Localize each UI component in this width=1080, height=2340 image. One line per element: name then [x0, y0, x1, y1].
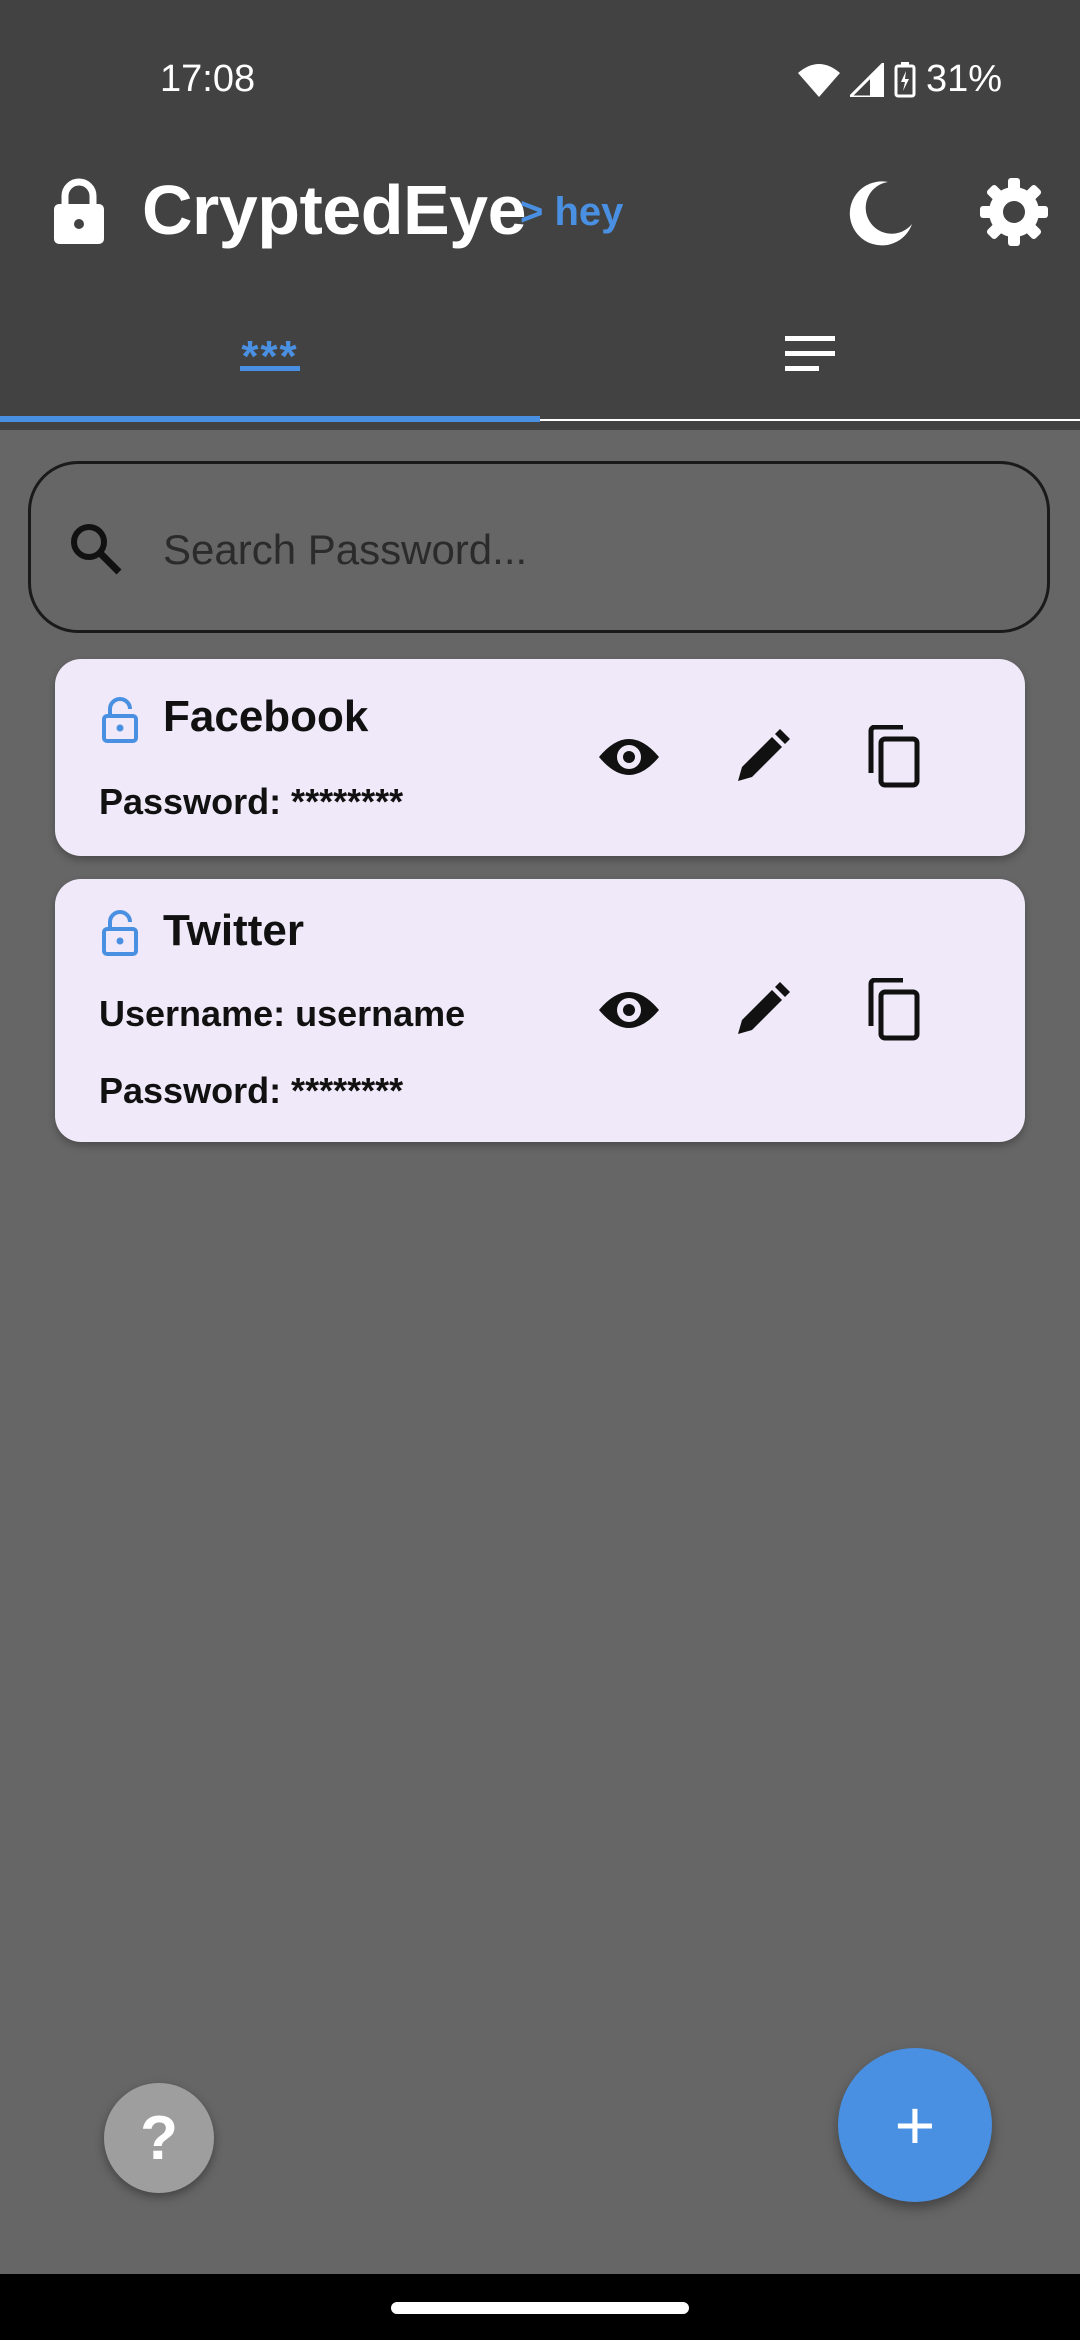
copy-icon[interactable] — [853, 717, 933, 797]
show-password-eye-icon[interactable] — [589, 717, 669, 797]
settings-gear-icon[interactable] — [978, 176, 1050, 253]
search-input[interactable] — [161, 504, 985, 596]
password-card-twitter[interactable]: Twitter Username: username Password: ***… — [55, 879, 1025, 1142]
add-password-button[interactable]: + — [838, 2048, 992, 2202]
help-button[interactable]: ? — [104, 2083, 214, 2193]
card-password: Password: ******** — [99, 781, 404, 822]
status-icons: 31% — [797, 58, 1002, 101]
wifi-icon — [797, 63, 840, 97]
dark-mode-toggle-icon[interactable] — [848, 180, 914, 251]
tab-divider — [540, 419, 1080, 421]
search-icon — [67, 520, 123, 581]
search-field[interactable] — [28, 461, 1050, 633]
copy-icon[interactable] — [853, 970, 933, 1050]
lock-icon — [52, 178, 106, 249]
tab-passwords-underline — [240, 366, 300, 371]
tab-passwords-label: *** — [241, 332, 299, 381]
app-title: CryptedEye — [142, 171, 527, 249]
edit-pencil-icon[interactable] — [722, 717, 802, 797]
battery-icon — [894, 61, 916, 98]
home-gesture-handle[interactable] — [391, 2302, 689, 2314]
tab-active-indicator — [0, 416, 540, 422]
signal-icon — [849, 62, 884, 97]
menu-lines-icon — [785, 334, 835, 379]
password-card-facebook[interactable]: Facebook Password: ******** — [55, 659, 1025, 856]
status-bar: 17:08 31% — [0, 0, 1080, 160]
tab-notes[interactable] — [540, 310, 1080, 420]
show-password-eye-icon[interactable] — [589, 970, 669, 1050]
system-nav-bar — [0, 2274, 1080, 2340]
card-title: Facebook — [163, 692, 369, 741]
edit-pencil-icon[interactable] — [722, 970, 802, 1050]
unlock-icon — [101, 910, 139, 961]
card-password: Password: ******** — [99, 1070, 404, 1111]
vault-name: > hey — [520, 190, 624, 234]
battery-level: 31% — [925, 58, 1002, 100]
tab-passwords[interactable]: *** — [0, 310, 540, 420]
card-username: Username: username — [99, 993, 466, 1034]
status-time: 17:08 — [160, 58, 256, 100]
card-title: Twitter — [163, 906, 304, 955]
unlock-icon — [101, 697, 139, 748]
